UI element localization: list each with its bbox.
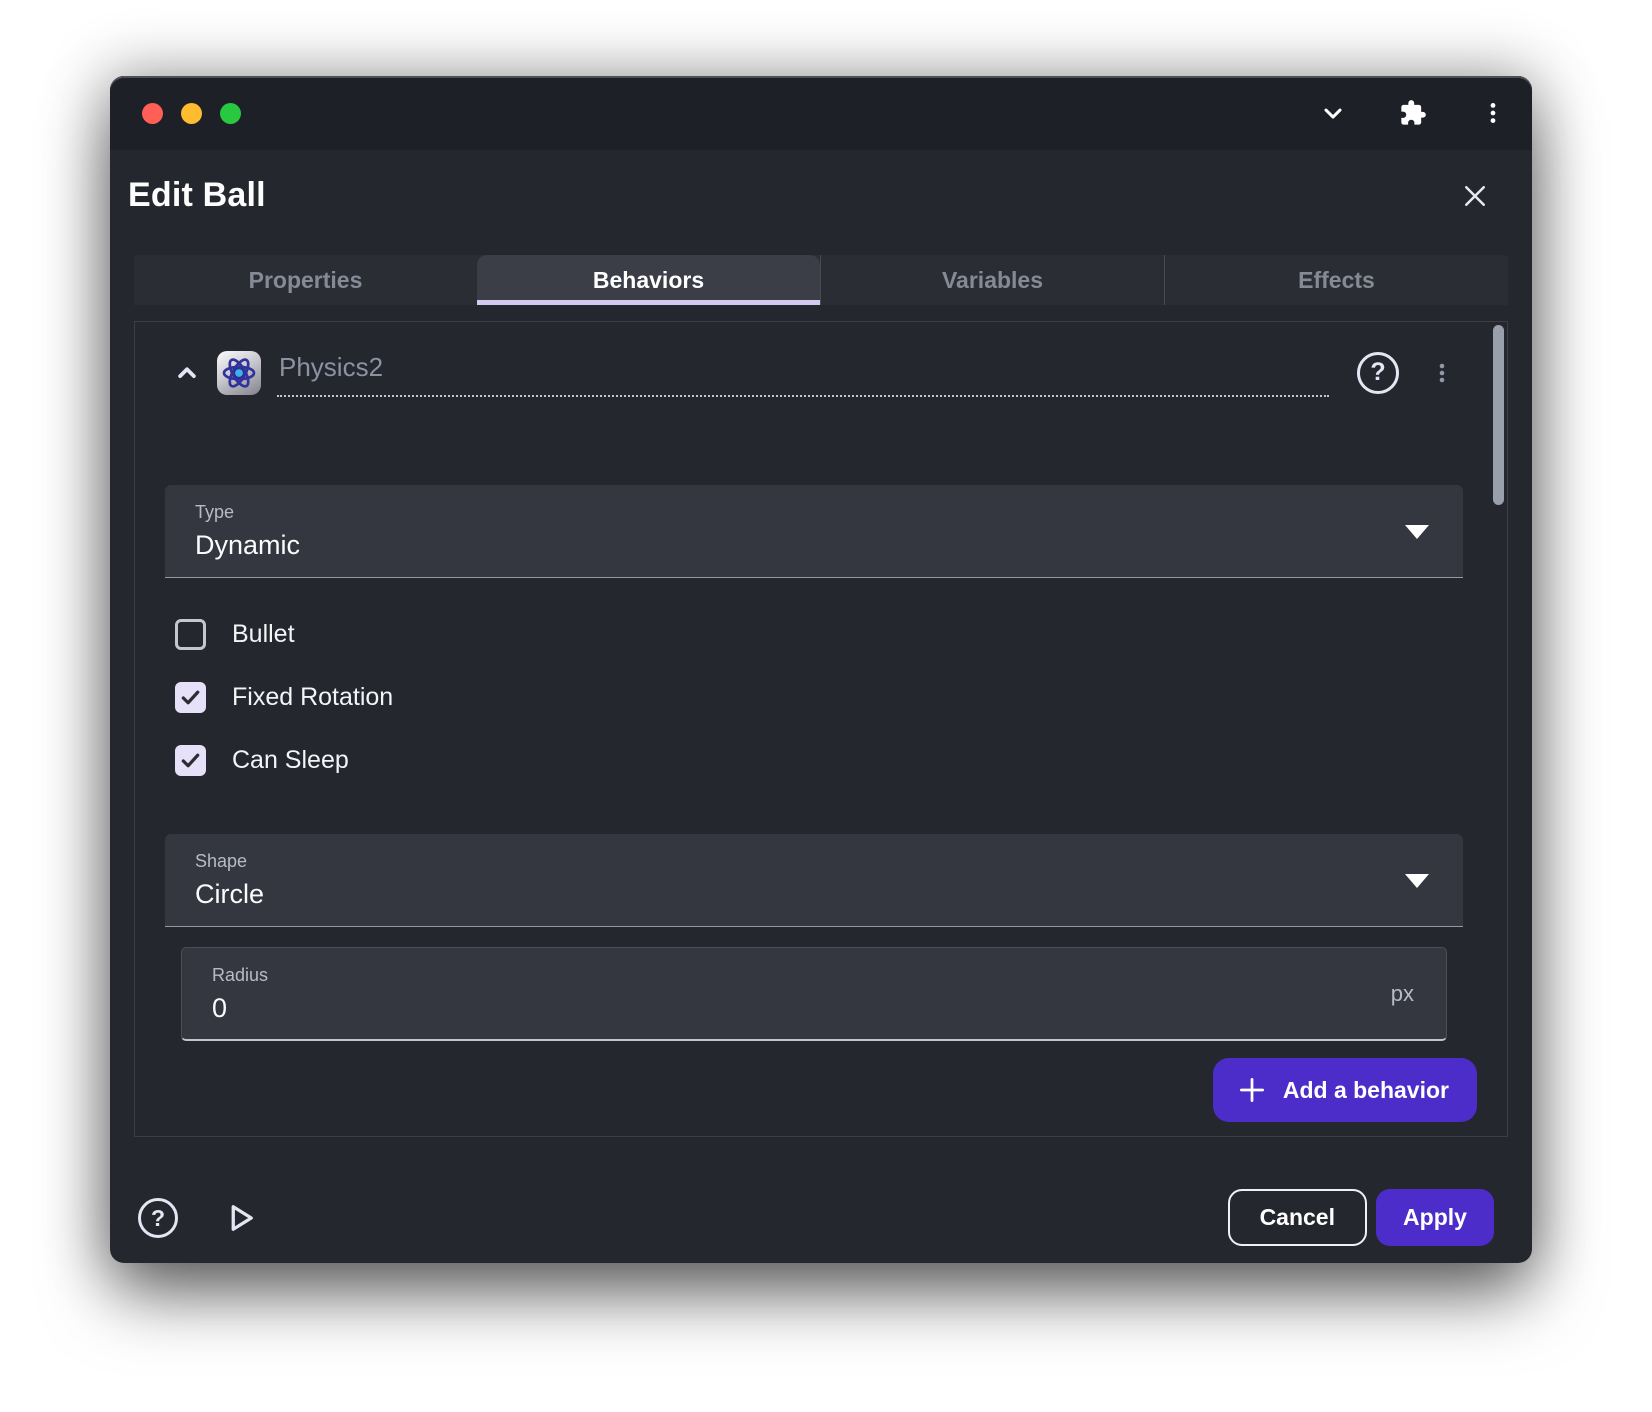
- type-label: Type: [195, 502, 1433, 523]
- preview-play-button[interactable]: [220, 1198, 260, 1238]
- collapse-behavior-button[interactable]: [169, 355, 205, 391]
- plus-icon: [1237, 1075, 1267, 1105]
- add-behavior-button[interactable]: Add a behavior: [1213, 1058, 1477, 1122]
- behavior-options-kebab-icon[interactable]: [1427, 358, 1457, 388]
- titlebar-actions: [1318, 98, 1508, 128]
- checkbox-group: Bullet Fixed Rotation Can Sleep: [175, 603, 1463, 792]
- tab-behaviors[interactable]: Behaviors: [477, 255, 820, 305]
- tab-properties[interactable]: Properties: [134, 255, 477, 305]
- behavior-header: Physics2 ?: [165, 348, 1463, 397]
- dialog-tabs: Properties Behaviors Variables Effects: [134, 255, 1508, 305]
- add-behavior-label: Add a behavior: [1283, 1077, 1449, 1104]
- tab-effects[interactable]: Effects: [1164, 255, 1508, 305]
- window-titlebar: [110, 76, 1532, 150]
- close-window-button[interactable]: [142, 103, 163, 124]
- behavior-help-button[interactable]: ?: [1357, 352, 1399, 394]
- shape-value: Circle: [195, 879, 1433, 910]
- question-mark-glyph: ?: [1370, 358, 1385, 387]
- window-controls: [142, 103, 241, 124]
- scrollbar-thumb[interactable]: [1493, 325, 1504, 505]
- checkbox-label: Fixed Rotation: [232, 683, 393, 712]
- behaviors-panel: Physics2 ? Type Dynamic: [134, 321, 1508, 1137]
- type-select[interactable]: Type Dynamic: [165, 485, 1463, 578]
- radius-unit: px: [1391, 981, 1414, 1007]
- checkbox-box: [175, 745, 206, 776]
- checkbox-label: Bullet: [232, 620, 295, 649]
- shape-label: Shape: [195, 851, 1433, 872]
- caret-down-icon: [1405, 874, 1429, 888]
- radius-label: Radius: [212, 965, 1416, 986]
- type-value: Dynamic: [195, 530, 1433, 561]
- radius-value: 0: [212, 993, 1416, 1024]
- checkbox-fixed-rotation[interactable]: Fixed Rotation: [175, 666, 1463, 729]
- radius-input[interactable]: Radius 0 px: [181, 947, 1447, 1041]
- edit-object-dialog: Edit Ball Properties Behaviors Variables…: [110, 76, 1532, 1263]
- question-mark-glyph: ?: [151, 1205, 165, 1232]
- maximize-window-button[interactable]: [220, 103, 241, 124]
- close-dialog-button[interactable]: [1458, 179, 1492, 213]
- dialog-actions-bar: ? Cancel Apply: [110, 1137, 1532, 1263]
- kebab-menu-icon[interactable]: [1478, 98, 1508, 128]
- apply-button[interactable]: Apply: [1376, 1189, 1494, 1246]
- chevron-down-icon[interactable]: [1318, 98, 1348, 128]
- checkbox-can-sleep[interactable]: Can Sleep: [175, 729, 1463, 792]
- dialog-title: Edit Ball: [128, 176, 266, 215]
- behavior-form: Type Dynamic Bullet F: [165, 485, 1463, 1041]
- behavior-card: Physics2 ? Type Dynamic: [135, 322, 1507, 1136]
- checkbox-box: [175, 682, 206, 713]
- checkbox-bullet[interactable]: Bullet: [175, 603, 1463, 666]
- checkbox-box: [175, 619, 206, 650]
- minimize-window-button[interactable]: [181, 103, 202, 124]
- caret-down-icon: [1405, 525, 1429, 539]
- shape-select[interactable]: Shape Circle: [165, 834, 1463, 927]
- puzzle-extension-icon[interactable]: [1398, 98, 1428, 128]
- atom-icon: [217, 351, 261, 395]
- dialog-help-button[interactable]: ?: [138, 1198, 178, 1238]
- behavior-name: Physics2: [279, 352, 383, 382]
- checkbox-label: Can Sleep: [232, 746, 349, 775]
- cancel-button[interactable]: Cancel: [1228, 1189, 1367, 1246]
- dialog-header: Edit Ball: [110, 150, 1532, 215]
- behavior-name-field[interactable]: Physics2: [277, 348, 1329, 397]
- tab-variables[interactable]: Variables: [820, 255, 1164, 305]
